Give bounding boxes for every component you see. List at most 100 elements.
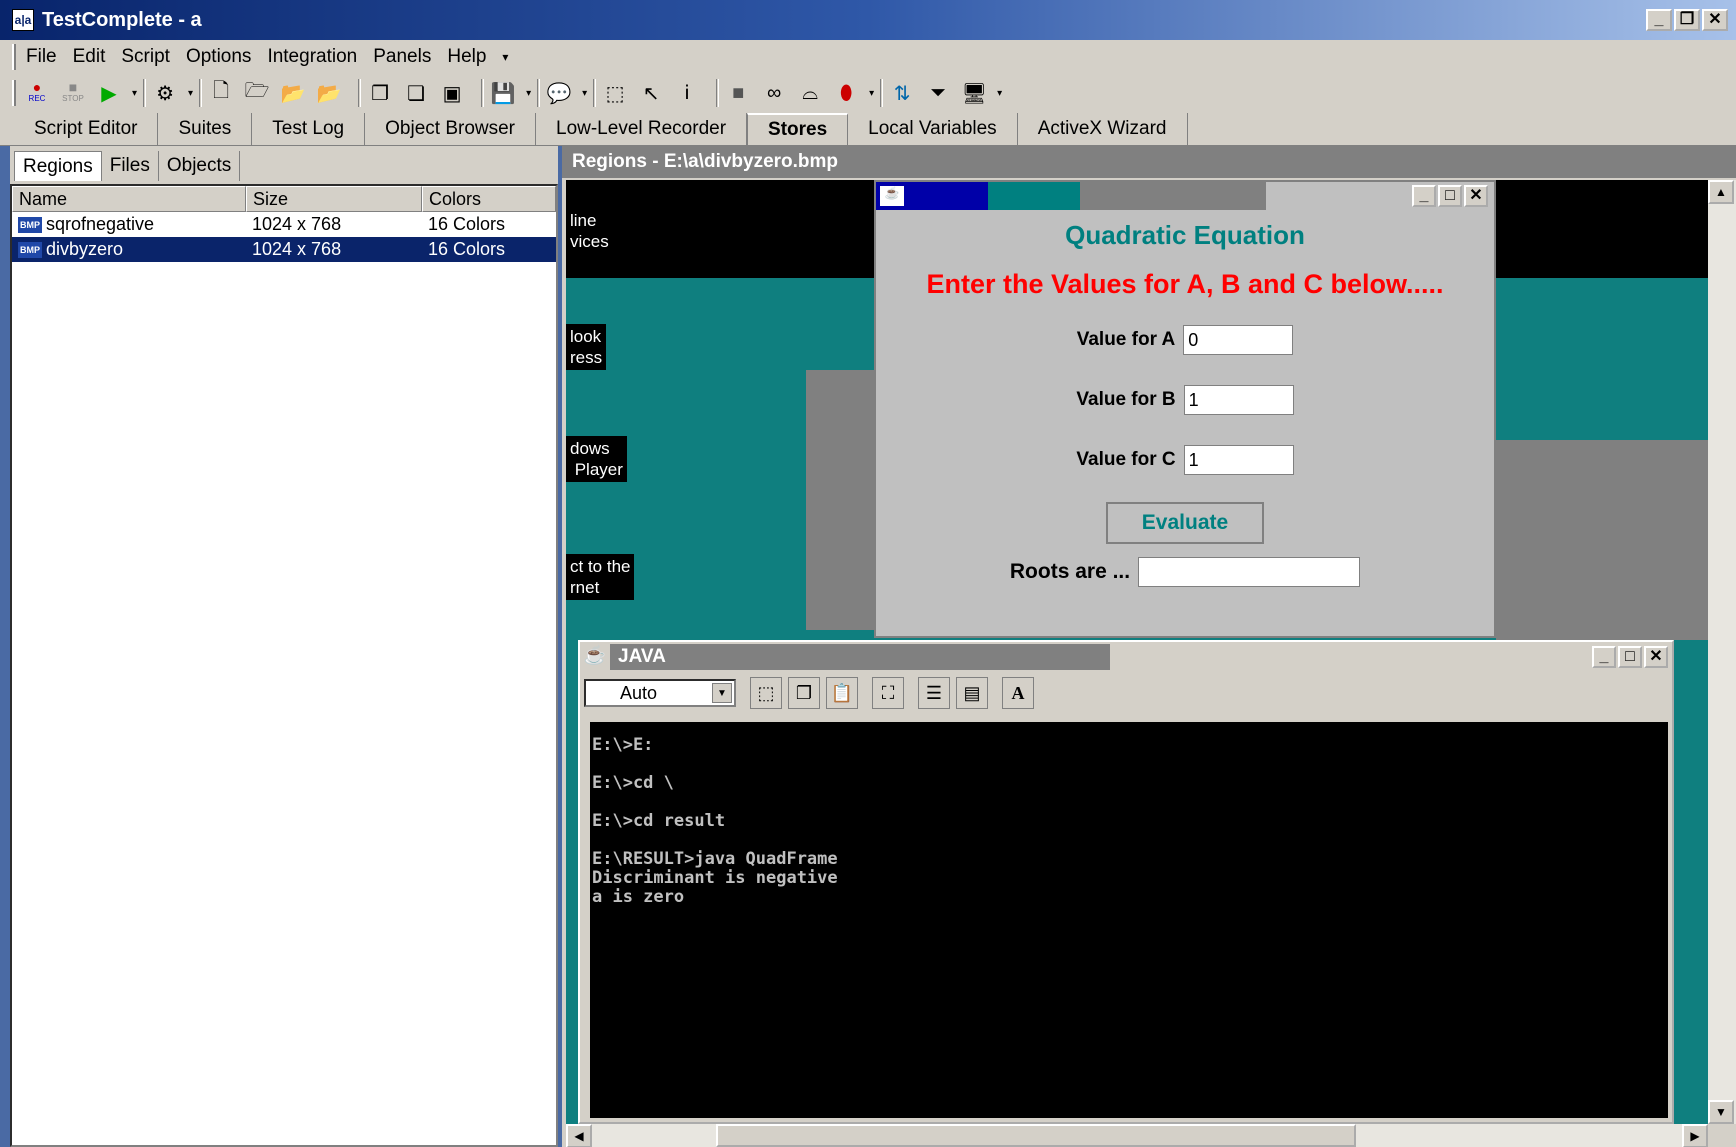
horizontal-scrollbar[interactable]: ◀ ▶ (566, 1124, 1708, 1147)
menu-script[interactable]: Script (121, 46, 170, 68)
quadratic-heading: Quadratic Equation (1065, 220, 1305, 250)
pointer-icon[interactable]: ↖ (638, 80, 664, 106)
properties-icon[interactable]: ☰ (918, 677, 950, 709)
scroll-down-icon[interactable]: ▼ (1708, 1100, 1734, 1124)
chevron-down-icon[interactable]: ▼ (712, 683, 732, 703)
subtab-regions[interactable]: Regions (14, 151, 102, 181)
desktop-icon-label: ct to the rnet (566, 554, 635, 600)
value-b-input[interactable]: 1 (1183, 385, 1294, 415)
stop-icon[interactable]: ■ STOP (60, 80, 86, 106)
java-icon: ☕ (583, 645, 607, 665)
roots-label: Roots are ... (1009, 560, 1131, 583)
window-icon[interactable]: ▣ (439, 80, 465, 106)
quadratic-window: ☕ _ □ ✕ Quadratic Equation Enter the Val… (874, 180, 1496, 638)
close-button[interactable]: ✕ (1702, 9, 1728, 31)
java-console-window: ☕ JAVA _ □ ✕ Auto ▼ ⬚ ❐ 📋 ⛶ ☰ ▤ A E:\>E: … (578, 640, 1674, 1124)
comment-icon[interactable]: 💬 (546, 80, 572, 106)
scroll-right-icon[interactable]: ▶ (1682, 1124, 1708, 1147)
open-icon[interactable]: 🗁 (244, 80, 270, 106)
region-viewer: Regions - E:\a\divbyzero.bmp line vices … (562, 146, 1736, 1147)
tab-local-variables[interactable]: Local Variables (848, 113, 1018, 145)
tab-low-level-recorder[interactable]: Low-Level Recorder (536, 113, 748, 145)
font-icon[interactable]: A (1002, 677, 1034, 709)
run-icon[interactable]: ▶ (96, 80, 122, 106)
font-size-select[interactable]: Auto ▼ (584, 679, 736, 707)
close-button[interactable]: ✕ (1644, 646, 1668, 668)
menu-panels[interactable]: Panels (373, 46, 431, 68)
console-output[interactable]: E:\>E: E:\>cd \ E:\>cd result E:\RESULT>… (590, 722, 1668, 1118)
menu-file[interactable]: File (26, 46, 57, 68)
region-name: divbyzero (46, 239, 124, 259)
monitor-icon[interactable]: 🖥 (961, 80, 987, 106)
restore-button[interactable]: ❐ (1674, 9, 1700, 31)
cursor-icon[interactable]: ⬚ (602, 80, 628, 106)
tools-icon[interactable]: ⚙ (152, 80, 178, 106)
minimize-button[interactable]: _ (1412, 185, 1436, 207)
subtab-files[interactable]: Files (102, 151, 159, 181)
scroll-left-icon[interactable]: ◀ (566, 1124, 592, 1147)
menu-overflow-icon[interactable]: ▾ (502, 50, 508, 64)
import-icon[interactable]: 📂 (316, 80, 342, 106)
column-size[interactable]: Size (246, 186, 422, 212)
fullscreen-icon[interactable]: ⛶ (872, 677, 904, 709)
value-a-input[interactable]: 0 (1183, 325, 1294, 355)
tab-object-browser[interactable]: Object Browser (365, 113, 536, 145)
subtab-objects[interactable]: Objects (159, 151, 241, 181)
tab-script-editor[interactable]: Script Editor (14, 113, 159, 145)
tab-suites[interactable]: Suites (158, 113, 253, 145)
region-colors: 16 Colors (428, 214, 506, 234)
copy-icon[interactable]: ❐ (788, 677, 820, 709)
roots-output[interactable] (1138, 557, 1361, 587)
copy-icon[interactable]: ❐ (367, 80, 393, 106)
binoculars-icon[interactable]: ∞ (761, 80, 787, 106)
region-title: Regions - E:\a\divbyzero.bmp (562, 146, 1736, 178)
minimize-button[interactable]: _ (1592, 646, 1616, 668)
java-cup-icon: ☕ (880, 186, 904, 206)
block-icon[interactable]: ■ (725, 80, 751, 106)
bmp-file-icon: BMP (18, 242, 42, 259)
pill-icon[interactable]: ⬮ (833, 80, 859, 106)
background-icon[interactable]: ▤ (956, 677, 988, 709)
close-button[interactable]: ✕ (1464, 185, 1488, 207)
region-name: sqrofnegative (46, 214, 155, 234)
quadratic-prompt: Enter the Values for A, B and C below...… (926, 269, 1444, 299)
toolbar: ● REC ■ STOP ▶ ▾ ⚙ ▾ 🗋 🗁 📂 📂 ❐ ❏ ▣ 💾 ▾ 💬 ▾… (0, 74, 1736, 112)
tab-test-log[interactable]: Test Log (252, 113, 366, 145)
paste-icon[interactable]: ❏ (403, 80, 429, 106)
evaluate-button[interactable]: Evaluate (1106, 502, 1264, 544)
save-icon[interactable]: 💾 (490, 80, 516, 106)
regions-list: Name Size Colors BMP sqrofnegative 1024 x… (10, 184, 558, 1147)
maximize-button[interactable]: □ (1438, 185, 1462, 207)
list-item-selected[interactable]: BMP divbyzero 1024 x 768 16 Colors (12, 237, 556, 262)
tab-activex-wizard[interactable]: ActiveX Wizard (1018, 113, 1188, 145)
list-item[interactable]: BMP sqrofnegative 1024 x 768 16 Colors (12, 212, 556, 237)
paste-icon[interactable]: 📋 (826, 677, 858, 709)
menu-integration[interactable]: Integration (267, 46, 357, 68)
vertical-scrollbar[interactable]: ▲ ▼ (1708, 180, 1736, 1124)
refresh-icon[interactable]: ⇅ (889, 80, 915, 106)
title-bar: a|a TestComplete - a _ ❐ ✕ (0, 0, 1736, 40)
quadratic-titlebar: ☕ _ □ ✕ (876, 182, 1494, 210)
menu-options[interactable]: Options (186, 46, 251, 68)
column-name[interactable]: Name (12, 186, 246, 212)
text-icon[interactable]: Ꭵ (674, 80, 700, 106)
menu-grip[interactable] (12, 44, 16, 70)
record-icon[interactable]: ● REC (24, 80, 50, 106)
menu-help[interactable]: Help (447, 46, 486, 68)
tab-stores[interactable]: Stores (747, 113, 849, 145)
bmp-file-icon: BMP (18, 217, 42, 234)
maximize-button[interactable]: □ (1618, 646, 1642, 668)
filter-icon[interactable]: ⏷ (925, 80, 951, 106)
mark-icon[interactable]: ⬚ (750, 677, 782, 709)
scroll-up-icon[interactable]: ▲ (1708, 180, 1734, 204)
menu-bar: File Edit Script Options Integration Pan… (0, 40, 1736, 74)
glasses-icon[interactable]: ⌓ (797, 80, 823, 106)
new-icon[interactable]: 🗋 (208, 80, 234, 106)
minimize-button[interactable]: _ (1646, 9, 1672, 31)
column-colors[interactable]: Colors (422, 186, 556, 212)
value-c-input[interactable]: 1 (1183, 445, 1294, 475)
regions-panel: Regions Files Objects Name Size Colors B… (10, 146, 558, 1147)
scroll-thumb[interactable] (716, 1124, 1356, 1147)
menu-edit[interactable]: Edit (73, 46, 106, 68)
add-icon[interactable]: 📂 (280, 80, 306, 106)
